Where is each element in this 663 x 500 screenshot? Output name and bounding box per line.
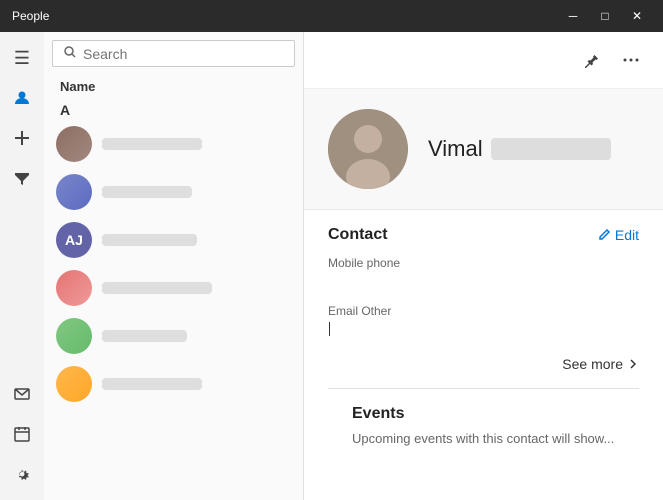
see-more-row: See more: [328, 352, 639, 389]
avatar: [56, 318, 92, 354]
name-column-label: Name: [60, 79, 95, 94]
app-body: ☰: [0, 32, 663, 500]
window-controls: ─ □ ✕: [559, 5, 651, 27]
more-options-button[interactable]: [615, 44, 647, 76]
see-more-button[interactable]: See more: [562, 356, 639, 372]
contact-name-blur: [102, 378, 202, 390]
contact-name-blur: [102, 234, 197, 246]
minimize-button[interactable]: ─: [559, 5, 587, 27]
contact-hero: Vimal: [304, 89, 663, 210]
contact-name-blur: [102, 186, 192, 198]
contact-name-blur: [102, 138, 202, 150]
contact-name-blur: [102, 330, 187, 342]
hero-name: Vimal: [428, 136, 611, 162]
search-icon: [63, 45, 77, 62]
contact-list: Name A AJ: [44, 32, 304, 500]
people-icon[interactable]: [4, 80, 40, 116]
avatar: AJ: [56, 222, 92, 258]
avatar: [56, 174, 92, 210]
contact-items: A AJ: [44, 98, 303, 500]
hero-last-name-blur: [491, 138, 611, 160]
mobile-phone-label: Mobile phone: [328, 256, 639, 270]
search-box[interactable]: [52, 40, 295, 67]
list-item[interactable]: [44, 168, 303, 216]
list-item[interactable]: [44, 360, 303, 408]
events-description: Upcoming events with this contact will s…: [352, 431, 615, 446]
edit-button[interactable]: Edit: [597, 227, 639, 243]
events-title: Events: [352, 405, 615, 423]
list-item[interactable]: AJ: [44, 216, 303, 264]
contact-section: Contact Edit Mobile phone Email Other: [304, 210, 663, 462]
calendar-icon[interactable]: [4, 416, 40, 452]
hero-avatar: [328, 109, 408, 189]
avatar: [56, 366, 92, 402]
pin-button[interactable]: [575, 44, 607, 76]
avatar: [56, 270, 92, 306]
contact-name-blur: [102, 282, 212, 294]
icon-rail: ☰: [0, 32, 44, 500]
detail-panel: Vimal Contact Edit Mobile phone: [304, 32, 663, 500]
list-item[interactable]: [44, 312, 303, 360]
list-item[interactable]: [44, 120, 303, 168]
list-item[interactable]: [44, 264, 303, 312]
add-contact-icon[interactable]: [4, 120, 40, 156]
settings-icon[interactable]: [4, 456, 40, 492]
text-cursor: [329, 322, 330, 336]
mobile-phone-value: [328, 272, 639, 288]
avatar-silhouette: [328, 109, 408, 189]
app-title: People: [12, 9, 49, 23]
filter-icon[interactable]: [4, 160, 40, 196]
email-other-value: [328, 320, 639, 336]
contact-section-header: Contact Edit: [328, 226, 639, 244]
hamburger-menu-icon[interactable]: ☰: [4, 40, 40, 76]
search-input[interactable]: [83, 46, 284, 62]
email-other-label: Email Other: [328, 304, 639, 318]
contact-section-title: Contact: [328, 226, 388, 244]
maximize-button[interactable]: □: [591, 5, 619, 27]
list-toolbar: Name: [44, 75, 303, 98]
section-letter-a: A: [44, 98, 303, 120]
email-other-field: Email Other: [328, 304, 639, 336]
mobile-phone-field: Mobile phone: [328, 256, 639, 288]
detail-header: [304, 32, 663, 89]
titlebar: People ─ □ ✕: [0, 0, 663, 32]
close-button[interactable]: ✕: [623, 5, 651, 27]
edit-label: Edit: [615, 227, 639, 243]
events-section: Events Upcoming events with this contact…: [328, 405, 639, 446]
avatar: [56, 126, 92, 162]
mail-icon[interactable]: [4, 376, 40, 412]
